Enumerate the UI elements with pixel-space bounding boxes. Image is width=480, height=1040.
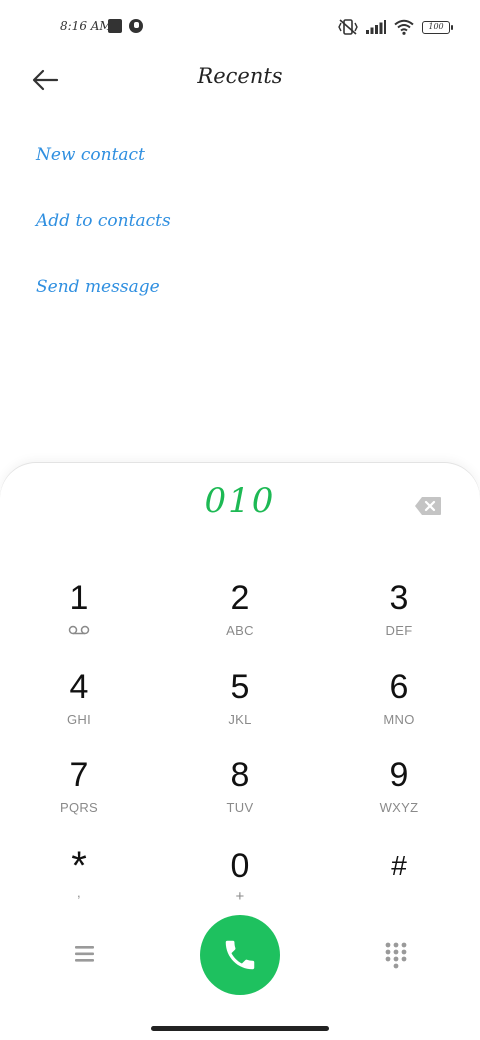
key-6[interactable]: 6 MNO <box>344 662 454 740</box>
key-letters: TUV <box>226 800 254 815</box>
menu-icon <box>75 946 94 962</box>
key-digit: 7 <box>69 756 89 794</box>
key-letters: DEF <box>385 623 413 638</box>
voicemail-icon <box>68 625 90 635</box>
key-hash[interactable]: # <box>344 841 454 919</box>
send-message-link[interactable]: Send message <box>36 277 160 297</box>
key-digit: 1 <box>69 579 89 617</box>
key-digit: 9 <box>389 756 409 794</box>
key-digit: 5 <box>230 668 250 706</box>
backspace-icon <box>415 497 441 515</box>
status-bar: 8:16 AM 100 <box>0 0 480 56</box>
keypad-toggle-button[interactable] <box>383 941 409 969</box>
key-7[interactable]: 7 PQRS <box>24 750 134 828</box>
key-digit: 4 <box>69 668 89 706</box>
key-5[interactable]: 5 JKL <box>185 662 295 740</box>
battery-level: 100 <box>428 22 444 31</box>
key-digit: 3 <box>389 579 409 617</box>
status-icons: 100 <box>338 16 453 38</box>
key-digit: 8 <box>230 756 250 794</box>
key-0[interactable]: 0 + <box>185 841 295 919</box>
dialed-number: 010 <box>204 481 276 521</box>
key-8[interactable]: 8 TUV <box>185 750 295 828</box>
key-letters: , <box>77 885 81 900</box>
key-letters: MNO <box>383 712 415 727</box>
add-to-contacts-link[interactable]: Add to contacts <box>36 211 171 231</box>
backspace-button[interactable] <box>414 496 442 516</box>
key-4[interactable]: 4 GHI <box>24 662 134 740</box>
key-digit: 2 <box>230 579 250 617</box>
home-indicator[interactable] <box>151 1026 329 1031</box>
new-contact-link[interactable]: New contact <box>36 145 145 165</box>
key-3[interactable]: 3 DEF <box>344 573 454 651</box>
key-digit: 6 <box>389 668 409 706</box>
key-digit: 0 <box>230 847 250 885</box>
battery-icon: 100 <box>422 20 453 34</box>
key-2[interactable]: 2 ABC <box>185 573 295 651</box>
notification-app-icon <box>129 19 143 33</box>
wifi-icon <box>394 19 414 35</box>
key-letters: WXYZ <box>379 800 419 815</box>
key-letters: + <box>235 888 245 905</box>
menu-button[interactable] <box>70 941 100 967</box>
signal-icon <box>366 20 386 34</box>
notification-square-icon <box>108 19 122 33</box>
vibrate-off-icon <box>338 19 358 35</box>
key-digit: # <box>391 850 407 881</box>
key-star[interactable]: * , <box>24 841 134 919</box>
dialer-panel: 010 1 2 ABC 3 DEF 4 GHI 5 JKL 6 MNO 7 PQ… <box>0 463 480 1040</box>
key-letters: PQRS <box>59 800 99 815</box>
call-button[interactable] <box>200 915 280 995</box>
key-digit: * <box>71 844 87 888</box>
status-time: 8:16 AM <box>60 19 112 33</box>
header: Recents <box>0 56 480 104</box>
key-9[interactable]: 9 WXYZ <box>344 750 454 828</box>
phone-icon <box>225 940 255 970</box>
dialpad-icon <box>385 942 407 969</box>
key-letters: ABC <box>226 623 254 638</box>
key-letters: JKL <box>228 712 252 727</box>
page-title: Recents <box>197 64 283 88</box>
key-letters: GHI <box>66 712 91 727</box>
key-1[interactable]: 1 <box>24 573 134 651</box>
